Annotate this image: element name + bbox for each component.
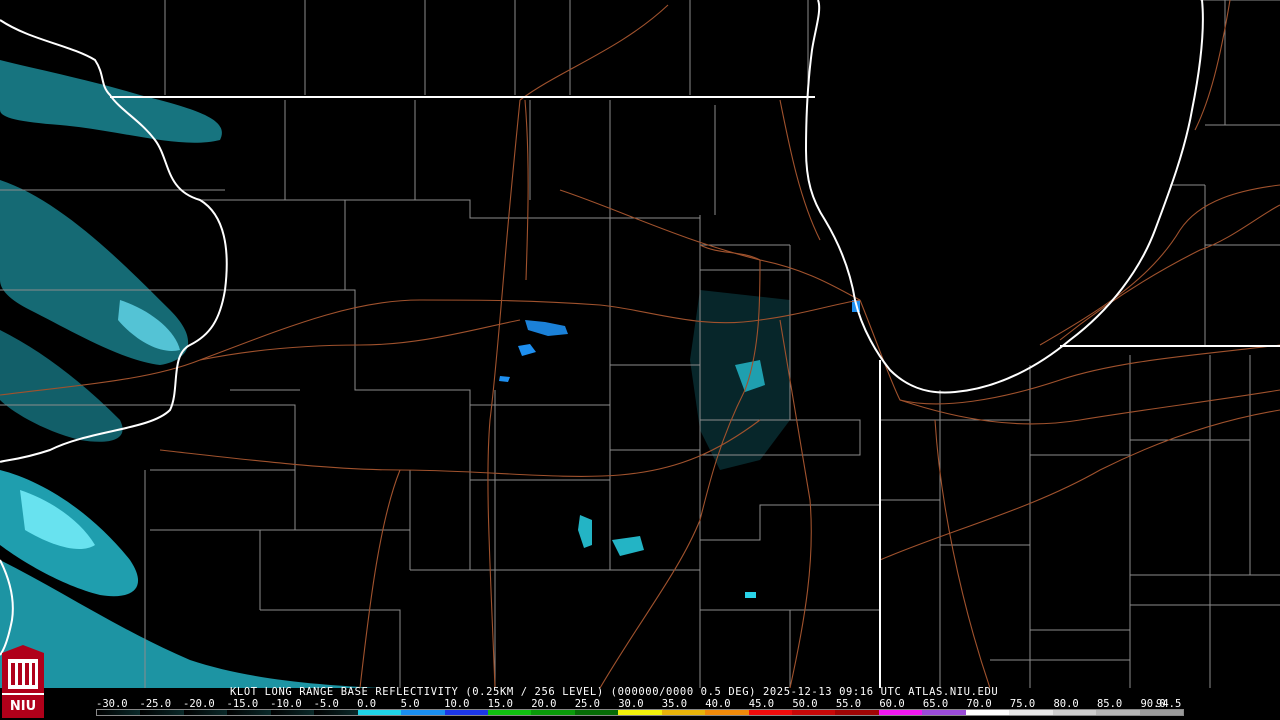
color-bar-segment bbox=[183, 710, 228, 715]
logo-text: NIU bbox=[10, 699, 36, 714]
map-caption: KLOT LONG RANGE BASE REFLECTIVITY (0.25K… bbox=[230, 686, 999, 698]
color-bar-segment bbox=[140, 710, 184, 715]
color-bar-segment bbox=[965, 710, 1010, 715]
color-bar-segment bbox=[1139, 710, 1183, 715]
color-bar-segment bbox=[661, 710, 706, 715]
color-bar-segment bbox=[357, 710, 402, 715]
color-bar-segment bbox=[835, 710, 879, 715]
radar-map bbox=[0, 0, 1280, 688]
color-bar-segment bbox=[1009, 710, 1053, 715]
color-bar-segment bbox=[1052, 710, 1097, 715]
niu-university-logo: NIU bbox=[2, 645, 44, 718]
color-bar-segment bbox=[314, 710, 358, 715]
color-bar-segment bbox=[792, 710, 836, 715]
color-bar-segment bbox=[574, 710, 619, 715]
color-bar-segment bbox=[878, 710, 923, 715]
color-bar-segment bbox=[97, 710, 141, 715]
color-bar-segment bbox=[705, 710, 749, 715]
color-bar-segment bbox=[444, 710, 488, 715]
color-bar-segment bbox=[531, 710, 575, 715]
color-bar-segment bbox=[227, 710, 271, 715]
color-bar-segment bbox=[487, 710, 532, 715]
reflectivity-color-bar bbox=[96, 709, 1184, 716]
color-bar-segment bbox=[922, 710, 966, 715]
color-bar-segment bbox=[748, 710, 792, 715]
color-bar-segment bbox=[618, 710, 662, 715]
color-bar-segment bbox=[270, 710, 315, 715]
color-bar-segment bbox=[401, 710, 445, 715]
color-bar-segment bbox=[1096, 710, 1140, 715]
